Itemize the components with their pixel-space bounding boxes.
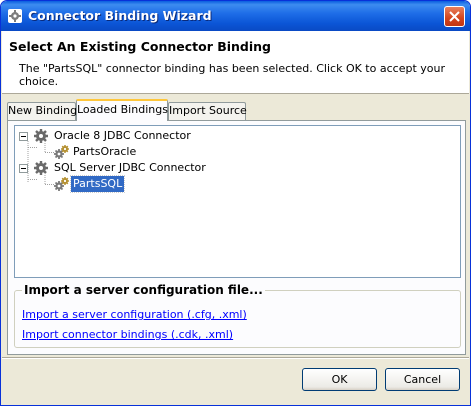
binding-gear-icon	[53, 144, 69, 160]
footer-divider	[2, 357, 469, 359]
cancel-button[interactable]: Cancel	[385, 368, 460, 391]
ok-button[interactable]: OK	[302, 368, 377, 391]
tab-new-binding[interactable]: New Binding	[7, 102, 77, 120]
tree-node-oracle-connector[interactable]: Oracle 8 JDBC Connector	[15, 128, 215, 144]
import-group: Import a server configuration file... Im…	[14, 283, 461, 348]
page-title: Select An Existing Connector Binding	[9, 39, 272, 54]
import-group-title: Import a server configuration file...	[22, 283, 265, 297]
tab-import-source[interactable]: Import Source	[168, 102, 247, 120]
title-bar[interactable]: Connector Binding Wizard	[1, 1, 470, 31]
binding-tree[interactable]: Oracle 8 JDBC Connector PartsOracle SQL …	[14, 125, 461, 278]
page-message: The "PartsSQL" connector binding has bee…	[19, 62, 445, 88]
import-server-config-link[interactable]: Import a server configuration (.cfg, .xm…	[22, 308, 247, 321]
window-title: Connector Binding Wizard	[28, 8, 212, 23]
tab-loaded-bindings[interactable]: Loaded Bindings	[76, 99, 168, 121]
connector-gear-icon	[33, 160, 49, 176]
tree-node-sqlserver-connector[interactable]: SQL Server JDBC Connector	[15, 160, 215, 176]
tree-node-label-selected: PartsSQL	[69, 175, 126, 193]
tree-node-label: SQL Server JDBC Connector	[54, 161, 206, 174]
collapse-toggle-icon[interactable]	[19, 164, 28, 173]
tree-node-label: Oracle 8 JDBC Connector	[54, 129, 191, 142]
tree-node-parts-sql[interactable]: PartsSQL	[15, 175, 215, 193]
connector-gear-icon	[33, 128, 49, 144]
wizard-app-icon	[7, 8, 23, 24]
close-button[interactable]	[444, 6, 465, 27]
wizard-window: Connector Binding Wizard Select An Exist…	[0, 0, 471, 406]
import-connector-bindings-link[interactable]: Import connector bindings (.cdk, .xml)	[22, 328, 233, 341]
collapse-toggle-icon[interactable]	[19, 132, 28, 141]
wizard-header: Select An Existing Connector Binding The…	[2, 31, 469, 94]
close-icon	[449, 11, 460, 22]
binding-gear-icon	[53, 176, 69, 192]
tree-node-label: PartsOracle	[73, 145, 137, 158]
tree-node-parts-oracle[interactable]: PartsOracle	[15, 144, 215, 160]
